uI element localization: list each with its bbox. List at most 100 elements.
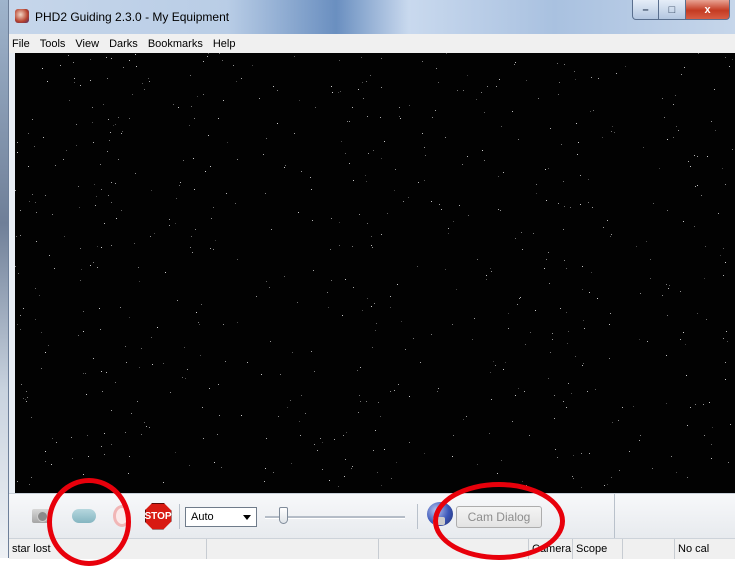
star-dot	[52, 214, 53, 215]
star-dot	[681, 74, 682, 75]
close-button[interactable]: x	[686, 0, 730, 20]
star-dot	[650, 259, 651, 260]
star-dot	[575, 356, 576, 357]
star-dot	[384, 141, 385, 142]
stop-button[interactable]: STOP	[144, 502, 172, 530]
toolbar-separator	[614, 494, 615, 539]
star-dot	[697, 156, 698, 157]
star-dot	[625, 66, 626, 67]
star-dot	[195, 229, 196, 230]
star-dot	[347, 121, 348, 122]
star-dot	[111, 182, 112, 183]
guide-button[interactable]	[109, 503, 135, 529]
star-dot	[129, 60, 130, 61]
star-dot	[712, 427, 713, 428]
star-dot	[477, 464, 478, 465]
star-dot	[163, 482, 164, 483]
star-dot	[17, 152, 18, 153]
cam-dialog-button[interactable]: Cam Dialog	[456, 506, 542, 528]
star-dot	[640, 435, 641, 436]
star-dot	[93, 262, 94, 263]
star-dot	[35, 319, 36, 320]
star-dot	[48, 345, 49, 346]
star-dot	[203, 438, 204, 439]
maximize-button[interactable]: □	[659, 0, 686, 20]
star-dot	[522, 481, 523, 482]
brain-icon[interactable]	[427, 502, 453, 526]
menu-view[interactable]: View	[70, 38, 104, 50]
star-dot	[476, 99, 477, 100]
star-dot	[132, 94, 133, 95]
star-dot	[328, 307, 329, 308]
exposure-select[interactable]: Auto	[185, 507, 257, 527]
star-dot	[83, 311, 84, 312]
star-dot	[675, 95, 676, 96]
star-dot	[118, 117, 119, 118]
star-dot	[101, 189, 102, 190]
star-dot	[673, 104, 674, 105]
star-dot	[438, 82, 439, 83]
loop-button[interactable]	[71, 503, 97, 529]
star-dot	[363, 98, 364, 99]
star-dot	[352, 107, 353, 108]
star-dot	[113, 125, 114, 126]
star-dot	[331, 218, 332, 219]
star-dot	[92, 122, 93, 123]
star-dot	[95, 205, 96, 206]
main-window: PHD2 Guiding 2.3.0 - My Equipment – □ x …	[8, 0, 735, 566]
star-dot	[445, 269, 446, 270]
star-dot	[359, 214, 360, 215]
menu-bookmarks[interactable]: Bookmarks	[143, 38, 208, 50]
star-dot	[194, 189, 195, 190]
star-dot	[299, 421, 300, 422]
star-dot	[592, 207, 593, 208]
star-dot	[695, 404, 696, 405]
star-dot	[96, 196, 97, 197]
star-dot	[500, 210, 501, 211]
star-dot	[200, 355, 201, 356]
menu-help[interactable]: Help	[208, 38, 241, 50]
star-dot	[489, 433, 490, 434]
star-dot	[673, 137, 674, 138]
star-dot	[405, 349, 406, 350]
menu-darks[interactable]: Darks	[104, 38, 143, 50]
star-dot	[264, 481, 265, 482]
star-dot	[683, 332, 684, 333]
star-dot	[403, 201, 404, 202]
star-dot	[345, 153, 346, 154]
star-dot	[199, 324, 200, 325]
star-dot	[346, 432, 347, 433]
star-dot	[431, 334, 432, 335]
app-icon	[15, 9, 29, 23]
star-dot	[125, 346, 126, 347]
status-camera: Camera	[529, 539, 573, 559]
star-dot	[602, 137, 603, 138]
camera-button[interactable]	[29, 503, 55, 529]
title-bar[interactable]: PHD2 Guiding 2.3.0 - My Equipment – □ x	[9, 0, 735, 34]
star-dot	[371, 245, 372, 246]
star-dot	[136, 66, 137, 67]
star-dot	[497, 473, 498, 474]
menu-tools[interactable]: Tools	[35, 38, 71, 50]
star-dot	[225, 361, 226, 362]
star-dot	[705, 246, 706, 247]
star-dot	[151, 190, 152, 191]
star-dot	[210, 166, 211, 167]
star-dot	[557, 457, 558, 458]
minimize-button[interactable]: –	[632, 0, 659, 20]
star-dot	[300, 435, 301, 436]
star-dot	[108, 195, 109, 196]
star-dot	[256, 296, 257, 297]
star-dot	[266, 438, 267, 439]
star-dot	[703, 404, 704, 405]
star-dot	[184, 347, 185, 348]
menu-file[interactable]: File	[9, 38, 35, 50]
image-viewer[interactable]	[15, 53, 735, 493]
star-dot	[314, 371, 315, 372]
star-dot	[498, 209, 499, 210]
star-dot	[353, 287, 354, 288]
star-dot	[15, 266, 16, 267]
star-dot	[607, 220, 608, 221]
star-dot	[169, 225, 170, 226]
gamma-slider-thumb[interactable]	[279, 507, 288, 524]
